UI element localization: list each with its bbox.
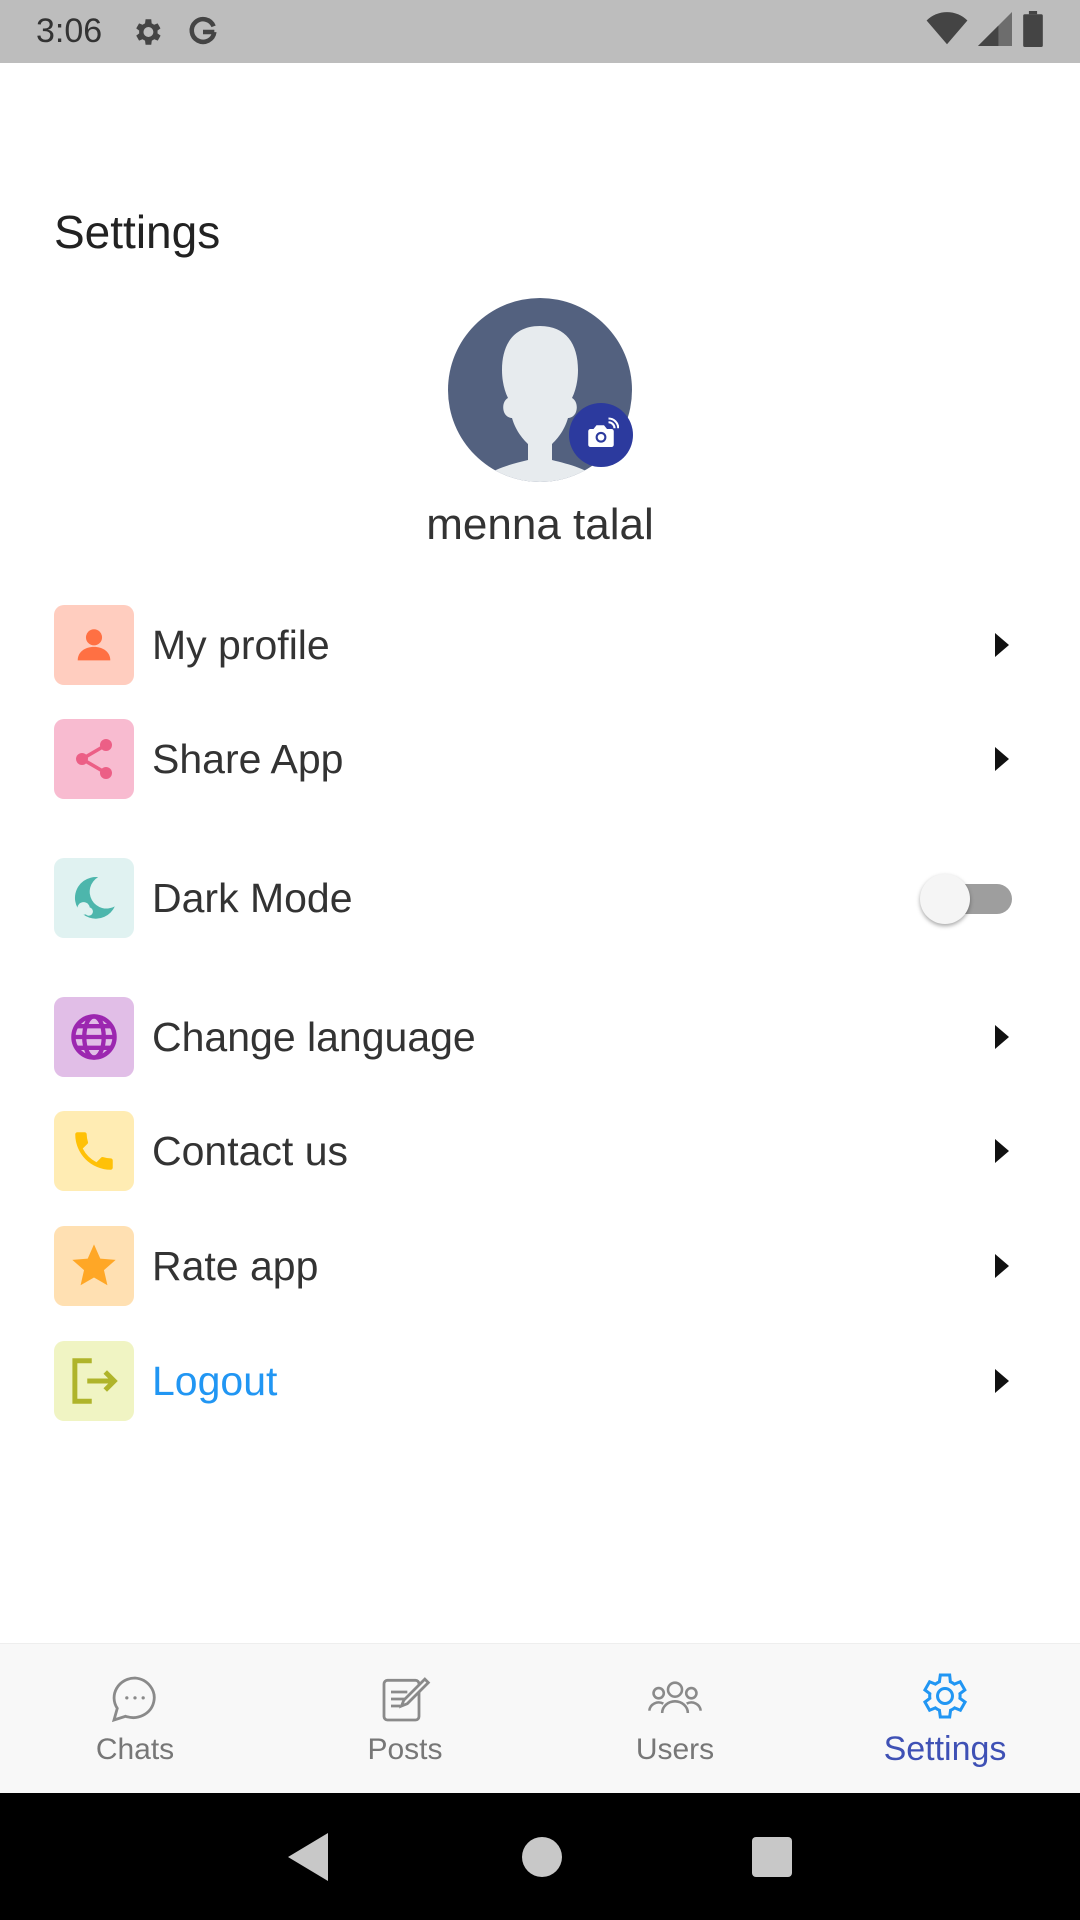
page-title: Settings (54, 206, 221, 258)
camera-icon (588, 417, 619, 447)
chevron-right-icon (986, 630, 1016, 660)
menu-item-label: Contact us (152, 1127, 348, 1174)
logout-icon (54, 1341, 134, 1421)
users-icon (648, 1680, 702, 1713)
battery-icon (1022, 11, 1044, 52)
chevron-right-icon (986, 1136, 1016, 1166)
share-icon (54, 719, 134, 799)
chevron-right-icon (986, 1022, 1016, 1052)
menu-item-logout[interactable]: Logout (54, 1341, 1016, 1421)
tab-settings[interactable]: Settings (810, 1644, 1080, 1793)
tab-label: Chats (95, 1732, 175, 1766)
menu-item-label: Share App (152, 735, 344, 782)
google-icon (186, 15, 220, 49)
status-time: 3:06 (36, 12, 103, 50)
menu-item-share-app[interactable]: Share App (54, 719, 1016, 799)
tab-users[interactable]: Users (540, 1644, 810, 1793)
home-icon[interactable] (522, 1836, 562, 1877)
posts-edit-icon (382, 1676, 431, 1721)
menu-item-label: Logout (152, 1357, 278, 1404)
chevron-right-icon (986, 1251, 1016, 1281)
menu-item-rate-app[interactable]: Rate app (54, 1226, 1016, 1306)
user-name: menna talal (426, 500, 654, 549)
menu-item-change-language[interactable]: Change language (54, 997, 1016, 1077)
menu-item-my-profile[interactable]: My profile (54, 605, 1016, 685)
wifi-icon (926, 12, 968, 51)
chevron-right-icon (986, 1366, 1016, 1396)
gear-icon (130, 15, 164, 49)
dark-mode-toggle[interactable] (920, 872, 1016, 924)
change-photo-button[interactable] (569, 403, 633, 467)
recents-icon[interactable] (752, 1836, 792, 1877)
menu-item-contact-us[interactable]: Contact us (54, 1111, 1016, 1191)
tab-label: Settings (883, 1730, 1007, 1768)
bottom-navigation: Chats Posts Users Settings (0, 1643, 1080, 1793)
tab-chats[interactable]: Chats (0, 1644, 270, 1793)
menu-item-dark-mode: Dark Mode (54, 858, 1016, 938)
menu-item-label: My profile (152, 621, 330, 668)
moon-icon (54, 858, 134, 938)
tab-label: Users (635, 1732, 715, 1766)
signal-icon (978, 12, 1012, 51)
back-icon[interactable] (288, 1832, 332, 1881)
system-navigation-bar (0, 1793, 1080, 1920)
status-bar: 3:06 (0, 0, 1080, 63)
phone-icon (54, 1111, 134, 1191)
star-icon (54, 1226, 134, 1306)
chat-bubble-icon (111, 1676, 156, 1722)
menu-item-label: Rate app (152, 1242, 319, 1289)
toggle-thumb (920, 874, 970, 924)
chevron-right-icon (986, 744, 1016, 774)
tab-label: Posts (367, 1732, 443, 1766)
menu-item-label: Change language (152, 1013, 476, 1060)
settings-gear-icon (922, 1673, 968, 1719)
menu-item-label: Dark Mode (152, 874, 353, 921)
globe-icon (54, 997, 134, 1077)
person-icon (54, 605, 134, 685)
tab-posts[interactable]: Posts (270, 1644, 540, 1793)
